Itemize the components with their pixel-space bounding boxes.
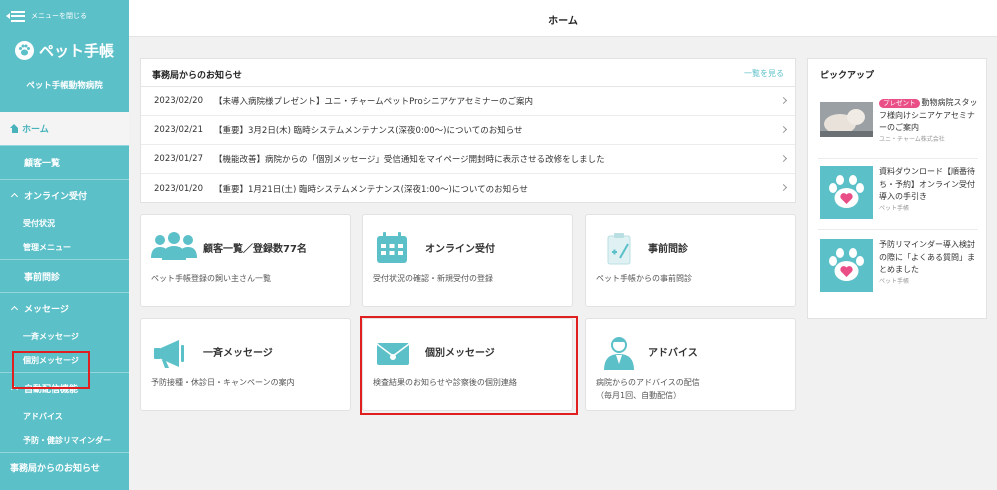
sidebar-item-label: アドバイス [23, 411, 63, 421]
notice-row[interactable]: 2023/01/20 【重要】1月21日(土) 臨時システムメンテナンス(深夜1… [141, 174, 795, 203]
pickup-item[interactable]: プレゼント 動物病院スタッフ様向けシニアケアセミナーのご案内 ユニ・チャーム株式会… [818, 97, 978, 159]
sidebar-item-broadcast-message[interactable]: 一斉メッセージ [0, 324, 129, 348]
highlight-box-sidebar [12, 351, 90, 389]
sidebar-section-message[interactable]: メッセージ [0, 292, 129, 324]
notice-title: 事務局からのお知らせ [152, 71, 242, 81]
card-title: 顧客一覧／登録数77名 [203, 244, 307, 255]
card-description-line: 病院からのアドバイスの配信 [596, 378, 700, 387]
advice-card[interactable]: アドバイス 病院からのアドバイスの配信 （毎月1回、自動配信） [585, 318, 796, 411]
clinic-name: ペット手帳動物病院 [26, 81, 103, 91]
sidebar-nav: ホーム 顧客一覧 オンライン受付 受付状況 管理メニュー 事前問診 メッセージ … [0, 112, 129, 482]
sidebar-section-online-reception[interactable]: オンライン受付 [0, 179, 129, 211]
sidebar-item-label: 一斉メッセージ [23, 331, 79, 341]
card-title: 事前問診 [648, 244, 688, 255]
notice-date: 2023/01/27 [154, 154, 203, 164]
sidebar-item-home[interactable]: ホーム [0, 112, 129, 145]
notice-row[interactable]: 2023/02/20 【未導入病院様プレゼント】ユニ・チャームペットProシニア… [141, 87, 795, 116]
pickup-item[interactable]: 資料ダウンロード【順番待ち・予約】オンライン受付導入の手引き ペット手帳 [818, 166, 978, 228]
card-title: アドバイス [648, 348, 698, 359]
present-badge: プレゼント [879, 99, 920, 108]
sidebar-item-reception-status[interactable]: 受付状況 [0, 211, 129, 235]
pickup-text: 予防リマインダー導入検討の際に「よくある質問」まとめました ペット手帳 [879, 239, 979, 286]
sidebar-item-label: ホーム [22, 125, 49, 135]
chevron-up-icon [10, 305, 19, 314]
sidebar-item-label: オンライン受付 [24, 192, 88, 202]
pickup-source: ユニ・チャーム株式会社 [879, 135, 945, 143]
sidebar-item-customers[interactable]: 顧客一覧 [0, 145, 129, 179]
sidebar-item-reminder[interactable]: 予防・健診リマインダー [0, 428, 129, 452]
pickup-item[interactable]: 予防リマインダー導入検討の際に「よくある質問」まとめました ペット手帳 [818, 239, 978, 301]
card-title: 一斉メッセージ [203, 348, 273, 359]
close-menu-label: メニューを閉じる [31, 12, 87, 20]
pickup-text: 資料ダウンロード【順番待ち・予約】オンライン受付導入の手引き ペット手帳 [879, 166, 979, 213]
home-icon [10, 124, 19, 133]
chevron-right-icon [779, 96, 788, 105]
notice-row[interactable]: 2023/02/21 【重要】3月2日(木) 臨時システムメンテナンス(深夜0:… [141, 116, 795, 145]
chevron-up-icon [10, 192, 19, 201]
people-icon [151, 230, 197, 266]
brand-logo[interactable]: ペット手帳 [0, 40, 129, 61]
top-bar: ホーム [129, 0, 997, 37]
megaphone-icon [151, 334, 197, 370]
notice-text: 【重要】1月21日(土) 臨時システムメンテナンス(深夜1:00〜)についてのお… [214, 184, 528, 195]
sidebar: メニューを閉じる ペット手帳 ペット手帳動物病院 ホーム 顧客一覧 オンライン受… [0, 0, 129, 490]
broadcast-message-card[interactable]: 一斉メッセージ 予防接種・休診日・キャンペーンの案内 [140, 318, 351, 411]
sidebar-item-label: 予防・健診リマインダー [23, 435, 111, 445]
calendar-icon [373, 230, 419, 266]
dog-photo-thumbnail [820, 102, 873, 137]
sidebar-item-label: 事務局からのお知らせ [10, 464, 100, 474]
clipboard-icon [596, 230, 642, 266]
notice-date: 2023/01/20 [154, 183, 203, 194]
paw-heart-icon [820, 239, 873, 292]
pickup-source: ペット手帳 [879, 204, 910, 212]
sidebar-item-label: 事前問診 [24, 272, 61, 283]
view-all-link[interactable]: 一覧を見る [744, 68, 784, 79]
hamburger-icon [6, 10, 25, 22]
pickup-item-title: 資料ダウンロード【順番待ち・予約】オンライン受付導入の手引き [879, 167, 975, 201]
sidebar-item-pre-consultation[interactable]: 事前問診 [0, 259, 129, 292]
sidebar-item-notices[interactable]: 事務局からのお知らせ [0, 452, 129, 482]
pickup-text: プレゼント 動物病院スタッフ様向けシニアケアセミナーのご案内 ユニ・チャーム株式会… [879, 97, 979, 144]
highlight-box-card [360, 316, 578, 415]
pickup-panel: ピックアップ プレゼント 動物病院スタッフ様向けシニアケアセミナーのご案内 ユニ・… [807, 58, 987, 319]
notice-row[interactable]: 2023/01/27 【機能改善】病院からの「個別メッセージ」受信通知をマイペー… [141, 145, 795, 174]
chevron-right-icon [779, 183, 788, 192]
pickup-source: ペット手帳 [879, 277, 910, 285]
sidebar-item-admin-menu[interactable]: 管理メニュー [0, 235, 129, 259]
online-reception-card[interactable]: オンライン受付 受付状況の確認・新規受付の登録 [362, 214, 573, 307]
pickup-item-title: 予防リマインダー導入検討の際に「よくある質問」まとめました [879, 240, 975, 274]
sidebar-item-label: 管理メニュー [23, 242, 71, 252]
sidebar-item-advice[interactable]: アドバイス [0, 404, 129, 428]
chevron-right-icon [779, 125, 788, 134]
card-description: ペット手帳からの事前問診 [596, 274, 692, 283]
pickup-title: ピックアップ [820, 71, 875, 81]
card-title: オンライン受付 [425, 244, 495, 255]
paw-heart-icon [820, 166, 873, 219]
brand-name: ペット手帳 [38, 42, 114, 60]
notice-panel: 事務局からのお知らせ 一覧を見る 2023/02/20 【未導入病院様プレゼント… [140, 58, 796, 203]
notice-date: 2023/02/20 [154, 96, 203, 106]
notice-text: 【重要】3月2日(木) 臨時システムメンテナンス(深夜0:00〜)についてのお知… [214, 126, 523, 136]
divider [818, 158, 978, 159]
notice-text: 【機能改善】病院からの「個別メッセージ」受信通知をマイページ開封時に表示させる改… [214, 155, 605, 165]
notice-header: 事務局からのお知らせ 一覧を見る [141, 59, 795, 87]
sidebar-item-label: 受付状況 [23, 218, 55, 228]
card-description: ペット手帳登録の飼い主さん一覧 [151, 274, 271, 283]
card-description-line: （毎月1回、自動配信） [596, 391, 682, 400]
chevron-right-icon [779, 154, 788, 163]
card-description: 受付状況の確認・新規受付の登録 [373, 274, 493, 283]
pre-consultation-card[interactable]: 事前問診 ペット手帳からの事前問診 [585, 214, 796, 307]
divider [818, 229, 978, 230]
customers-card[interactable]: 顧客一覧／登録数77名 ペット手帳登録の飼い主さん一覧 [140, 214, 351, 307]
doctor-icon [596, 334, 642, 370]
card-description: 予防接種・休診日・キャンペーンの案内 [151, 378, 295, 387]
card-description: 病院からのアドバイスの配信 （毎月1回、自動配信） [596, 376, 700, 402]
sidebar-item-label: メッセージ [24, 305, 69, 315]
notice-date: 2023/02/21 [154, 125, 203, 135]
close-menu-button[interactable]: メニューを閉じる [6, 10, 87, 22]
sidebar-item-label: 顧客一覧 [24, 159, 61, 169]
notice-text: 【未導入病院様プレゼント】ユニ・チャームペットProシニアケアセミナーのご案内 [214, 97, 533, 107]
paw-logo-icon [14, 41, 34, 60]
page-title: ホーム [548, 16, 578, 27]
